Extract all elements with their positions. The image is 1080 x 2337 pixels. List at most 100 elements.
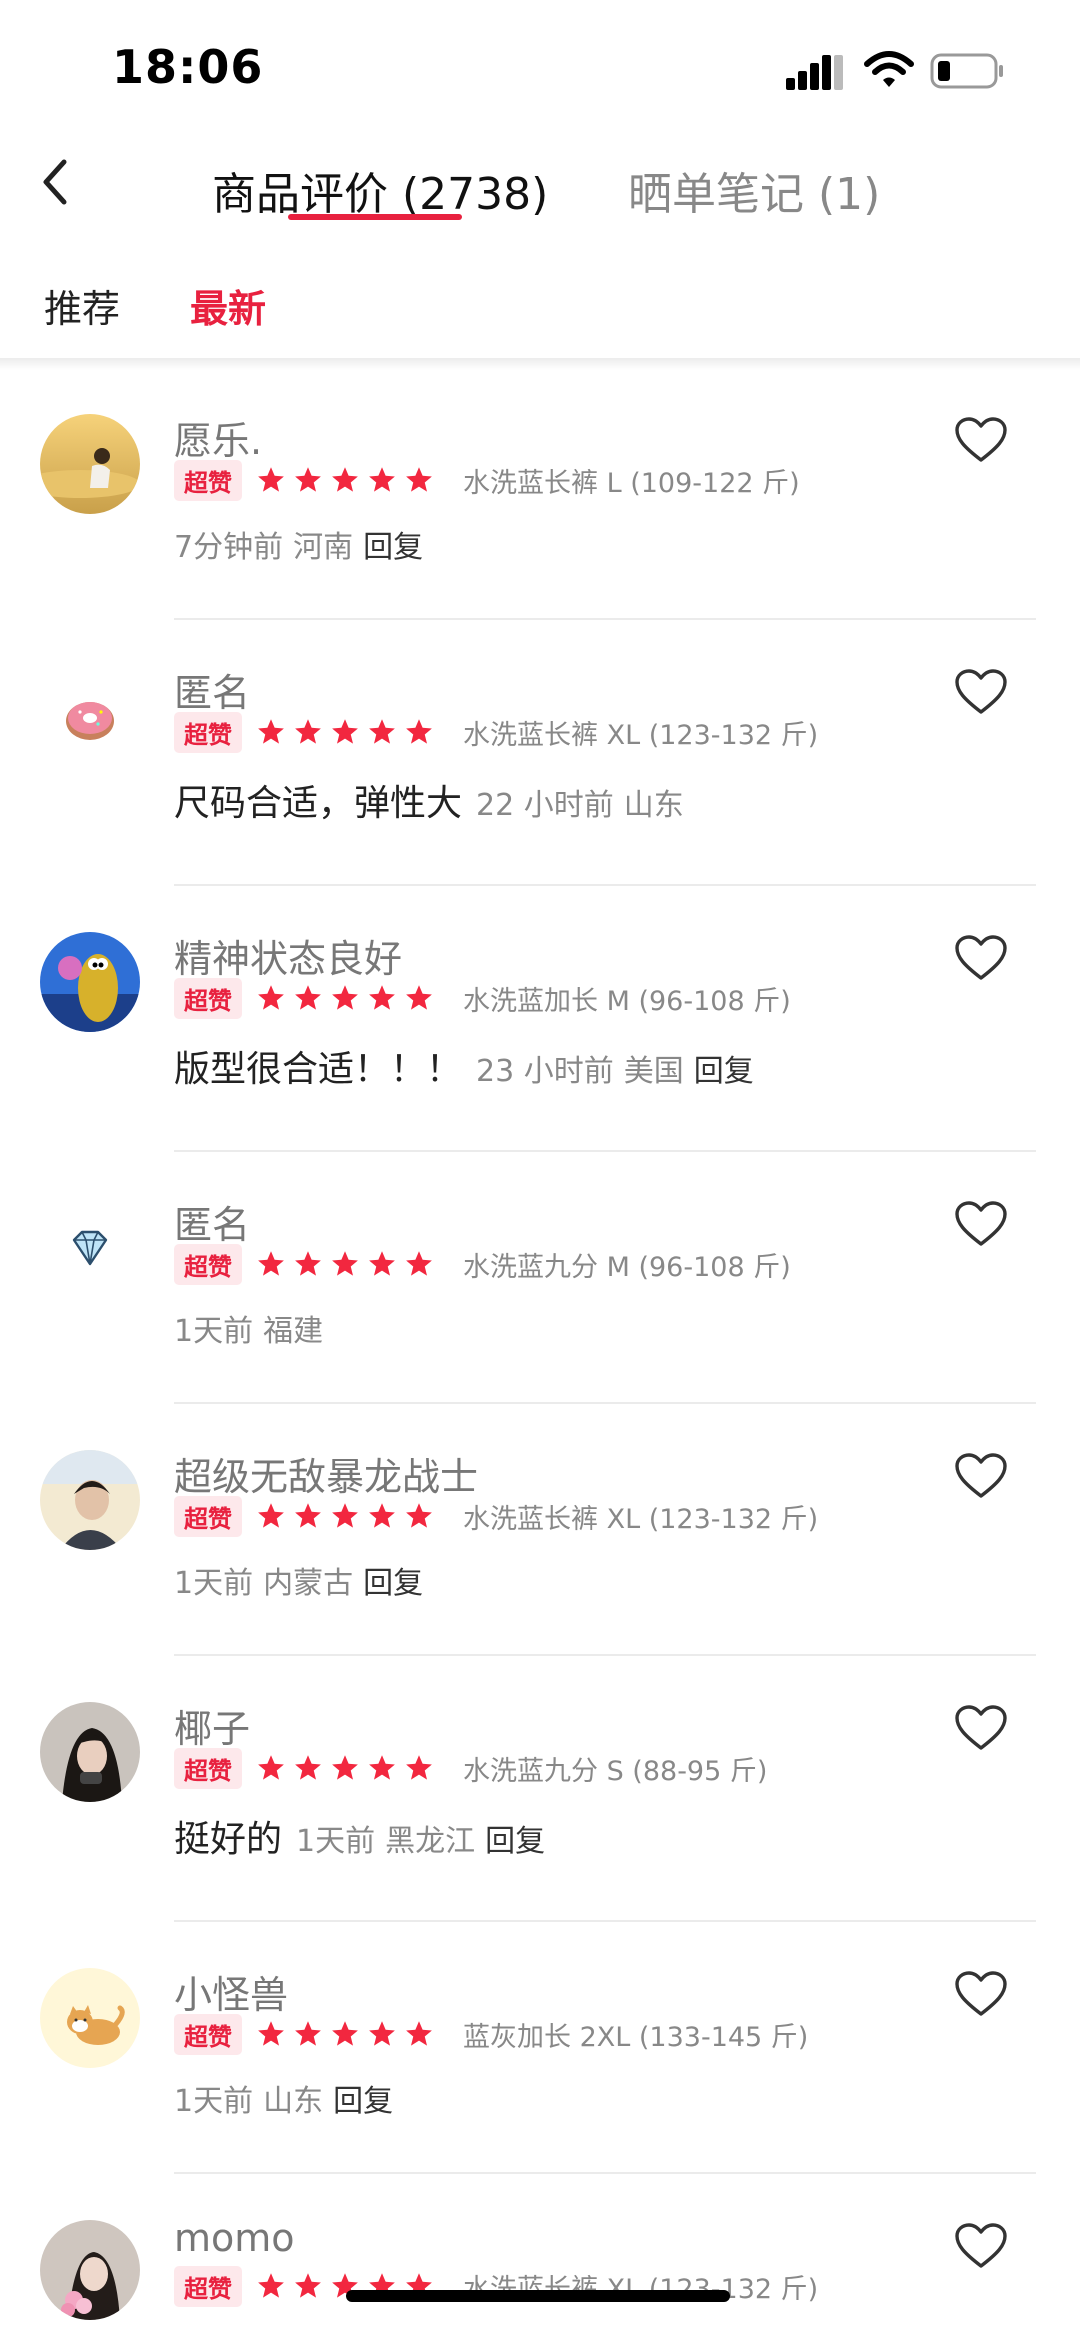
star-rating [256,1249,441,1279]
review-time: 1天前 [174,1566,254,1601]
review-time: 1天前 [174,1314,254,1349]
star-rating [256,465,441,495]
star-icon [367,983,397,1013]
star-icon [256,2019,286,2049]
reply-button[interactable]: 回复 [694,1046,754,1090]
rating-badge: 超赞 [174,1747,242,1789]
star-icon [330,1753,360,1783]
review-meta-row: 超赞 水洗蓝九分 M (96-108 斤) [174,1243,791,1285]
home-indicator [346,2290,730,2302]
reply-button[interactable]: 回复 [333,2076,393,2120]
review-divider [174,1150,1036,1152]
star-rating [256,1501,441,1531]
star-rating [256,983,441,1013]
star-icon [330,717,360,747]
like-heart-icon[interactable] [954,1452,1008,1500]
rating-badge: 超赞 [174,977,242,1019]
reviewer-name: 精神状态良好 [174,937,403,981]
rating-badge: 超赞 [174,2013,242,2055]
sort-latest[interactable]: 最新 [190,278,266,333]
like-heart-icon[interactable] [954,416,1008,464]
star-icon [367,1753,397,1783]
like-heart-icon[interactable] [954,934,1008,982]
star-icon [404,2019,434,2049]
review-time: 22 小时前 [476,788,614,823]
tab-product-reviews[interactable]: 商品评价 (2738) [212,158,548,222]
star-icon [367,465,397,495]
rating-badge: 超赞 [174,459,242,501]
reply-button[interactable]: 回复 [363,522,423,566]
star-rating [256,1753,441,1783]
status-bar: 18:06 [0,0,1080,130]
like-heart-icon[interactable] [954,2222,1008,2270]
review-location: 美国 [623,1054,684,1089]
rating-badge: 超赞 [174,1243,242,1285]
like-heart-icon[interactable] [954,1970,1008,2018]
status-time: 18:06 [112,40,264,94]
product-spec: 水洗蓝长裤 L (109-122 斤) [463,467,800,499]
like-heart-icon[interactable] [954,668,1008,716]
avatar-flowers-girl[interactable] [40,2220,140,2320]
review-location: 山东 [623,788,684,823]
review-location: 河南 [293,530,354,565]
star-icon [256,983,286,1013]
sort-bar: 推荐 最新 [0,240,1080,360]
star-icon [367,2019,397,2049]
avatar-diamond[interactable] [40,1198,140,1298]
avatar-boy-portrait[interactable] [40,1450,140,1550]
star-icon [293,717,323,747]
back-arrow-icon[interactable] [36,152,76,212]
star-icon [256,717,286,747]
review-divider [174,884,1036,886]
star-icon [367,717,397,747]
reviewer-name: 愿乐. [174,419,263,463]
review-content: 版型很合适！！！ [174,1049,463,1090]
star-icon [367,1501,397,1531]
star-icon [404,1501,434,1531]
reviewer-name: 匿名 [174,1203,251,1247]
reply-button[interactable]: 回复 [363,1558,423,1602]
review-location: 山东 [263,2084,324,2119]
like-heart-icon[interactable] [954,1704,1008,1752]
review-time: 23 小时前 [476,1054,614,1089]
reviewer-name: 椰子 [174,1707,251,1751]
star-icon [256,1753,286,1783]
review-divider [174,1654,1036,1656]
review-body: 1天前 福建 [174,1306,333,1350]
reviewer-name: 超级无敌暴龙战士 [174,1455,479,1499]
tab-share-notes[interactable]: 晒单笔记 (1) [628,158,880,222]
active-tab-indicator [288,214,462,220]
avatar-sunset-girl[interactable] [40,414,140,514]
review-location: 黑龙江 [385,1824,476,1859]
star-icon [404,465,434,495]
cellular-signal-icon [786,55,843,90]
product-spec: 水洗蓝长裤 XL (123-132 斤) [463,1503,819,1535]
avatar-donut[interactable] [40,666,140,766]
star-icon [256,2271,286,2301]
like-heart-icon[interactable] [954,1200,1008,1248]
review-content: 挺好的 [174,1819,283,1860]
review-time: 1天前 [296,1824,376,1859]
star-icon [256,465,286,495]
header-divider [0,358,1080,370]
reply-button[interactable]: 回复 [485,1816,545,1860]
reviewer-name: 匿名 [174,671,251,715]
avatar-girl-photo[interactable] [40,1702,140,1802]
star-icon [404,983,434,1013]
avatar-shiba-dog[interactable] [40,1968,140,2068]
review-content: 尺码合适，弹性大 [174,783,463,824]
star-icon [293,465,323,495]
star-icon [293,1249,323,1279]
review-time: 7分钟前 [174,530,284,565]
battery-icon [930,53,1003,89]
star-icon [256,1501,286,1531]
review-meta-row: 超赞 水洗蓝长裤 XL (123-132 斤) [174,1495,819,1537]
star-icon [404,1753,434,1783]
review-divider [174,1920,1036,1922]
sort-recommended[interactable]: 推荐 [44,278,120,333]
star-icon [330,2019,360,2049]
avatar-cartoon-bird[interactable] [40,932,140,1032]
review-body: 1天前 内蒙古 回复 [174,1558,423,1602]
review-location: 福建 [263,1314,324,1349]
rating-badge: 超赞 [174,2265,242,2307]
